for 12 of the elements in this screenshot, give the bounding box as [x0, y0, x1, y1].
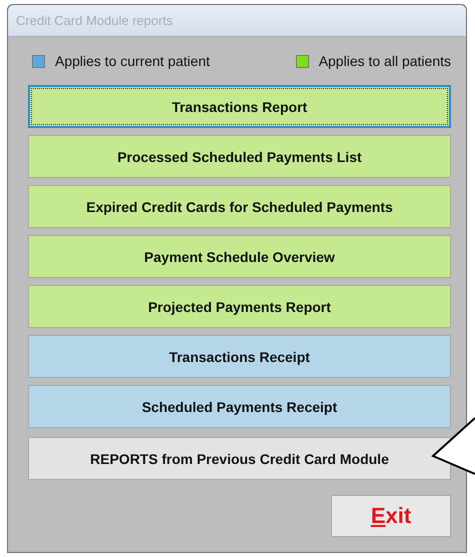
- report-button[interactable]: Payment Schedule Overview: [28, 235, 451, 278]
- legend-label: Applies to current patient: [55, 53, 210, 69]
- report-button[interactable]: Expired Credit Cards for Scheduled Payments: [28, 185, 451, 228]
- window-title: Credit Card Module reports: [16, 13, 173, 28]
- report-button[interactable]: REPORTS from Previous Credit Card Module: [28, 437, 451, 480]
- report-button[interactable]: Scheduled Payments Receipt: [28, 385, 451, 428]
- report-button[interactable]: Projected Payments Report: [28, 285, 451, 328]
- report-button[interactable]: Processed Scheduled Payments List: [28, 135, 451, 178]
- legend-label: Applies to all patients: [318, 53, 451, 69]
- report-button[interactable]: Transactions Report: [28, 85, 451, 128]
- exit-button[interactable]: Exit: [331, 495, 451, 537]
- report-button[interactable]: Transactions Receipt: [28, 335, 451, 378]
